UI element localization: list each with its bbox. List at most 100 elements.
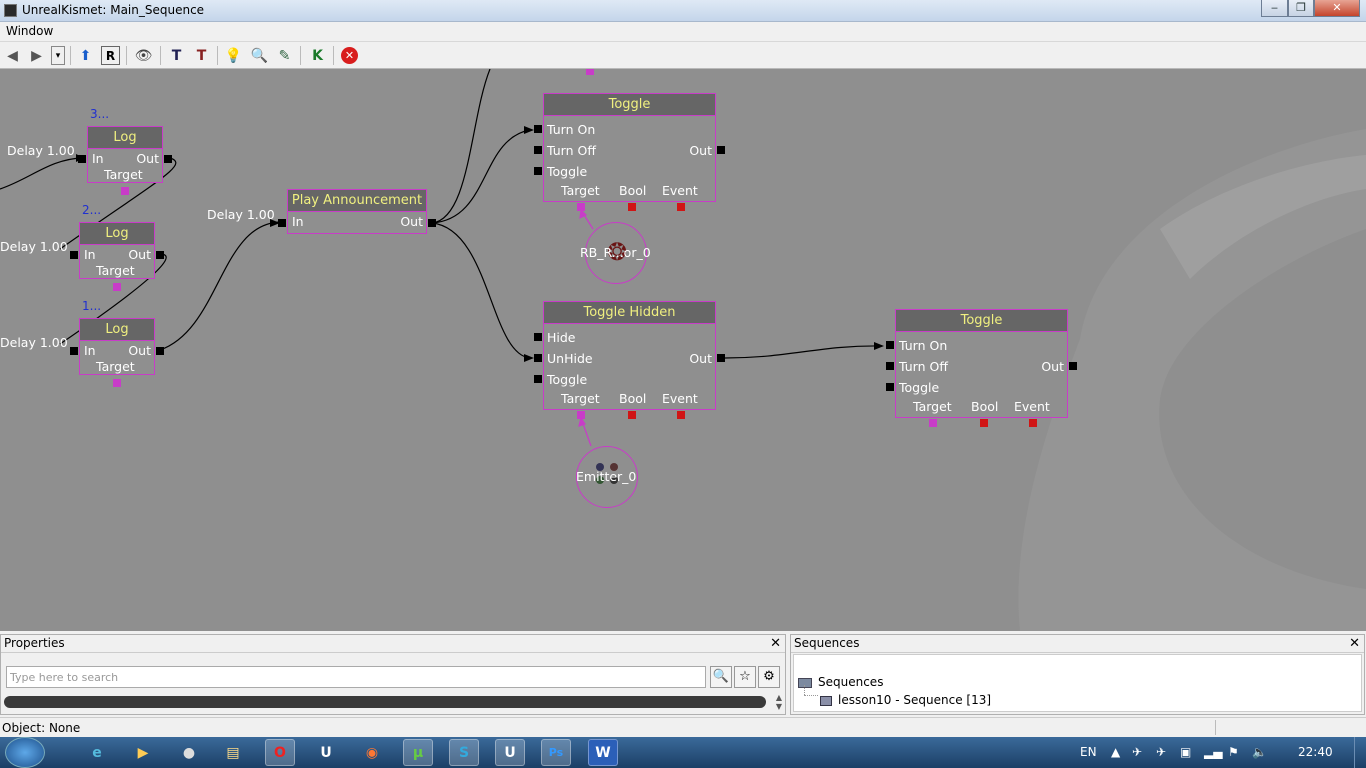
- delay-comment: Delay 1.00: [0, 335, 68, 350]
- skype-icon[interactable]: S: [449, 739, 479, 766]
- unreal-editor-icon[interactable]: U: [495, 739, 525, 766]
- volume-icon[interactable]: 🔈: [1252, 745, 1267, 759]
- out-label: Out: [128, 247, 151, 262]
- background-watermark: [1018, 129, 1366, 631]
- clock[interactable]: 22:40: [1298, 745, 1333, 759]
- favorite-star-icon[interactable]: ☆: [734, 666, 756, 688]
- tree-root[interactable]: Sequences: [798, 675, 883, 689]
- minimize-button[interactable]: ‒: [1261, 0, 1288, 17]
- in-pin[interactable]: [78, 155, 86, 163]
- target-pin[interactable]: [113, 379, 121, 387]
- in-pin[interactable]: [70, 251, 78, 259]
- out-pin[interactable]: [428, 219, 436, 227]
- back-arrow-icon[interactable]: ◀: [3, 46, 22, 65]
- network-icon[interactable]: ▂▄: [1204, 745, 1222, 759]
- stop-icon[interactable]: ✕: [341, 47, 358, 64]
- play-announcement-node[interactable]: Play Announcement In Out: [287, 189, 427, 234]
- zoom-fit-icon[interactable]: ✎: [275, 46, 294, 65]
- in-pin[interactable]: [70, 347, 78, 355]
- hide-connectors-icon[interactable]: T: [167, 46, 186, 65]
- bool-pin[interactable]: [628, 411, 636, 419]
- media-player-icon[interactable]: ▶: [128, 739, 158, 766]
- rename-icon[interactable]: R: [101, 46, 120, 65]
- toggle-pin[interactable]: [534, 375, 542, 383]
- out-pin[interactable]: [717, 354, 725, 362]
- log-node[interactable]: Log In Out Target: [79, 318, 155, 375]
- event-pin[interactable]: [677, 203, 685, 211]
- tree-child[interactable]: lesson10 - Sequence [13]: [820, 693, 991, 707]
- bool-pin[interactable]: [628, 203, 636, 211]
- settings-wrench-icon[interactable]: ⚙: [758, 666, 780, 688]
- out-pin[interactable]: [717, 146, 725, 154]
- search-icon[interactable]: 🔍: [710, 666, 732, 688]
- app-icon[interactable]: ●: [174, 739, 204, 766]
- properties-close-icon[interactable]: ✕: [770, 635, 781, 652]
- target-pin[interactable]: [121, 187, 129, 195]
- firefox-icon[interactable]: ◉: [357, 739, 387, 766]
- target-pin[interactable]: [113, 283, 121, 291]
- show-connectors-icon[interactable]: T: [192, 46, 211, 65]
- close-button[interactable]: ✕: [1314, 0, 1360, 17]
- flag-icon[interactable]: ⚑: [1228, 745, 1239, 759]
- unreal-icon[interactable]: U: [311, 739, 341, 766]
- kismet-canvas[interactable]: 3... Delay 1.00 Log In Out Target 2... D…: [0, 69, 1366, 631]
- turn-on-label: Turn On: [899, 338, 948, 353]
- sequences-close-icon[interactable]: ✕: [1349, 635, 1360, 652]
- out-pin[interactable]: [156, 251, 164, 259]
- turn-off-pin[interactable]: [886, 362, 894, 370]
- ie-icon[interactable]: e: [82, 739, 112, 766]
- event-pin[interactable]: [677, 411, 685, 419]
- search-icon[interactable]: 🔍: [250, 46, 269, 65]
- show-desktop-button[interactable]: [1354, 737, 1366, 768]
- opera-icon[interactable]: O: [265, 739, 295, 766]
- bool-pin[interactable]: [980, 419, 988, 427]
- in-pin[interactable]: [278, 219, 286, 227]
- target-pin[interactable]: [929, 419, 937, 427]
- category-bar[interactable]: [4, 696, 766, 708]
- unhide-pin[interactable]: [534, 354, 542, 362]
- out-pin[interactable]: [1069, 362, 1077, 370]
- out-pin[interactable]: [156, 347, 164, 355]
- menu-bar: Window: [0, 22, 1366, 42]
- log-node[interactable]: Log In Out Target: [87, 126, 163, 183]
- wire: [0, 157, 83, 190]
- search-input[interactable]: Type here to search: [6, 666, 706, 688]
- show-hidden-icons-icon[interactable]: ▲: [1111, 745, 1120, 759]
- start-button[interactable]: [5, 737, 45, 768]
- toggle-node[interactable]: Toggle Turn On Turn Off Toggle Out Targe…: [895, 309, 1068, 418]
- utorrent-icon[interactable]: µ: [403, 739, 433, 766]
- lightbulb-icon[interactable]: 💡: [224, 46, 243, 65]
- explorer-icon[interactable]: ▤: [218, 739, 248, 766]
- turn-on-pin[interactable]: [534, 125, 542, 133]
- variable-pin[interactable]: [586, 69, 594, 75]
- photoshop-icon[interactable]: Ps: [541, 739, 571, 766]
- out-pin[interactable]: [164, 155, 172, 163]
- turn-off-pin[interactable]: [534, 146, 542, 154]
- language-indicator[interactable]: EN: [1080, 745, 1097, 759]
- history-dropdown-icon[interactable]: ▾: [51, 46, 65, 65]
- toggle-node[interactable]: Toggle Turn On Turn Off Toggle Out Targe…: [543, 93, 716, 202]
- event-pin[interactable]: [1029, 419, 1037, 427]
- scroll-arrows-icon[interactable]: ▲ ▼: [776, 693, 782, 711]
- usb-icon[interactable]: ▣: [1180, 745, 1191, 759]
- tray-app-icon[interactable]: ✈: [1156, 745, 1166, 759]
- tray-app-icon[interactable]: ✈: [1132, 745, 1142, 759]
- sequences-panel: Sequences ✕ Sequences lesson10 - Sequenc…: [790, 634, 1365, 715]
- log-node[interactable]: Log In Out Target: [79, 222, 155, 279]
- kismet-icon[interactable]: K: [308, 46, 327, 65]
- target-pin[interactable]: [577, 203, 585, 211]
- parent-sequence-icon[interactable]: ⬆: [76, 46, 95, 65]
- toggle-pin[interactable]: [886, 383, 894, 391]
- node-title: Play Announcement: [288, 190, 426, 212]
- toggle-pin[interactable]: [534, 167, 542, 175]
- forward-arrow-icon[interactable]: ▶: [27, 46, 46, 65]
- menu-window[interactable]: Window: [6, 24, 53, 38]
- toggle-label: Toggle: [547, 372, 588, 387]
- turn-on-pin[interactable]: [886, 341, 894, 349]
- hide-pin[interactable]: [534, 333, 542, 341]
- toggle-hidden-node[interactable]: Toggle Hidden Hide UnHide Toggle Out Tar…: [543, 301, 716, 410]
- target-pin[interactable]: [577, 411, 585, 419]
- word-icon[interactable]: W: [588, 739, 618, 766]
- eye-icon[interactable]: 👁: [134, 46, 153, 65]
- maximize-button[interactable]: ❐: [1288, 0, 1314, 17]
